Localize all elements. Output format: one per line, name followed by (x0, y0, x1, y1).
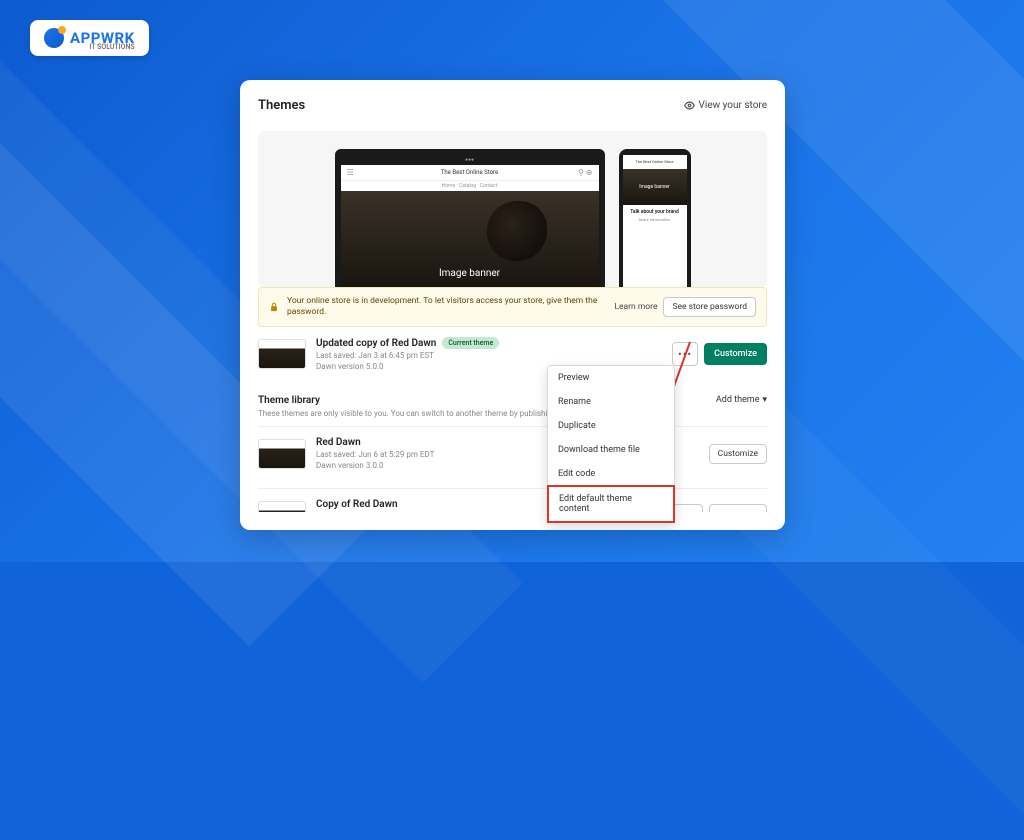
theme-preview: ●●● ☰ The Best Online Store ⚲ ⊕ Home · C… (258, 131, 767, 287)
list-item: Copy of Red Dawn Last saved: May 17 at 7… (258, 488, 767, 512)
dropdown-preview[interactable]: Preview (548, 366, 674, 390)
add-theme-button[interactable]: Add theme▾ (716, 395, 767, 405)
dropdown-rename[interactable]: Rename (548, 390, 674, 414)
dropdown-download[interactable]: Download theme file (548, 438, 674, 462)
customize-button[interactable]: Customize (704, 343, 767, 365)
theme-name: Red Dawn (316, 437, 361, 448)
view-store-link[interactable]: View your store (684, 100, 767, 111)
dev-mode-alert: Your online store is in development. To … (258, 287, 767, 327)
dropdown-duplicate[interactable]: Duplicate (548, 414, 674, 438)
brand-tagline: IT SOLUTIONS (89, 43, 134, 51)
see-password-button[interactable]: See store password (663, 297, 756, 317)
dropdown-edit-default-content[interactable]: Edit default theme content (547, 485, 675, 523)
customize-button[interactable]: Customize (709, 504, 767, 512)
theme-library: Theme library These themes are only visi… (258, 395, 767, 512)
chevron-down-icon: ▾ (762, 395, 767, 405)
lock-icon (269, 302, 279, 312)
panel-header: Themes View your store (258, 98, 767, 123)
desktop-preview: ●●● ☰ The Best Online Store ⚲ ⊕ Home · C… (335, 149, 605, 287)
list-item: Red Dawn Last saved: Jun 6 at 5:29 pm ED… (258, 426, 767, 480)
theme-thumbnail (258, 439, 306, 469)
learn-more-link[interactable]: Learn more (614, 302, 657, 312)
current-theme-row: Updated copy of Red Dawn Current theme L… (258, 327, 767, 381)
theme-actions-dropdown: Preview Rename Duplicate Download theme … (547, 365, 675, 523)
mobile-preview: The Best Online Store Image banner Talk … (619, 149, 691, 287)
hero-text: Image banner (439, 268, 500, 279)
theme-name: Copy of Red Dawn (316, 499, 398, 510)
themes-panel: Themes View your store ●●● ☰ The Best On… (240, 80, 785, 530)
more-actions-button[interactable]: ••• (672, 342, 698, 366)
dropdown-edit-code[interactable]: Edit code (548, 462, 674, 486)
eye-icon (684, 100, 695, 111)
alert-text: Your online store is in development. To … (287, 296, 606, 318)
logo-icon (44, 28, 64, 48)
customize-button[interactable]: Customize (709, 444, 767, 464)
theme-thumbnail (258, 501, 306, 512)
current-theme-saved: Last saved: Jan 3 at 6:45 pm EST (316, 351, 662, 360)
current-theme-name: Updated copy of Red Dawn (316, 338, 436, 349)
view-store-label: View your store (699, 100, 767, 111)
current-theme-badge: Current theme (442, 337, 499, 349)
page-title: Themes (258, 98, 305, 113)
theme-thumbnail (258, 339, 306, 369)
brand-logo: APPWRK IT SOLUTIONS (30, 20, 149, 56)
